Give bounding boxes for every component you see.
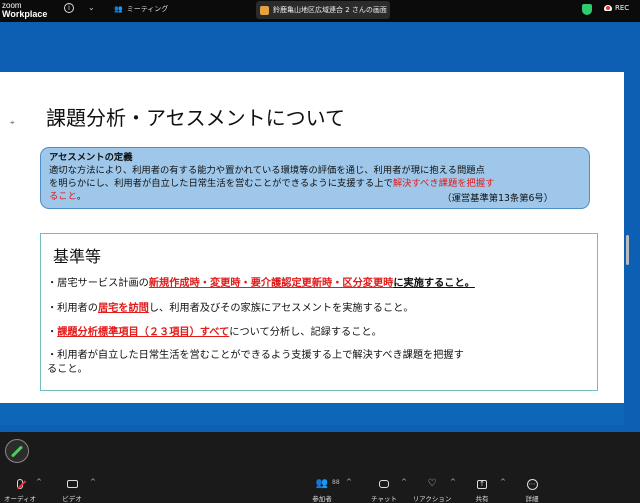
title-bar: zoom Workplace i ⌄ 👥 ミーティング 鈴鹿亀山地区広域連合 2… xyxy=(0,0,640,22)
participants-label: 参加者 xyxy=(312,495,332,503)
video-label: ビデオ xyxy=(62,495,82,503)
more-button[interactable]: ⋯ 詳細 xyxy=(512,477,552,503)
standards-heading: 基準等 xyxy=(53,247,102,266)
rec-label: REC xyxy=(615,4,630,12)
meeting-tab-label: ミーティング xyxy=(126,5,169,13)
chat-button[interactable]: チャット xyxy=(364,477,404,503)
logo-line2: Workplace xyxy=(2,9,48,19)
screen-share-icon xyxy=(260,5,269,15)
annotate-pen-button[interactable] xyxy=(5,439,29,463)
definition-box: アセスメントの定義 適切な方法により、利用者の有する能力や置かれている環境等の評… xyxy=(40,147,590,209)
people-icon: 👥 xyxy=(114,5,123,13)
standards-item-1: ・居宅サービス計画の新規作成時・変更時・要介護認定更新時・区分変更時に実施するこ… xyxy=(47,278,475,289)
share-button[interactable]: ↑ 共有 xyxy=(462,477,502,503)
participants-options-caret[interactable]: ^ xyxy=(346,478,352,486)
video-camera-icon xyxy=(66,480,78,488)
standards-box: 基準等 ・居宅サービス計画の新規作成時・変更時・要介護認定更新時・区分変更時に実… xyxy=(40,233,598,391)
chat-options-caret[interactable]: ^ xyxy=(401,478,407,486)
presentation-slide: 課題分析・アセスメントについて アセスメントの定義 適切な方法により、利用者の有… xyxy=(0,72,624,403)
standards-item-2: ・利用者の居宅を訪問し、利用者及びその家族にアセスメントを実施すること。 xyxy=(47,303,414,314)
mouse-cursor-icon: ⌖ xyxy=(10,118,15,127)
video-button[interactable]: ビデオ xyxy=(52,477,92,503)
chat-bubble-icon xyxy=(379,480,389,488)
share-label: 共有 xyxy=(475,495,489,503)
reactions-heart-icon: ♡ xyxy=(427,478,437,489)
reactions-button[interactable]: ♡ リアクション xyxy=(412,477,452,503)
audio-label: オーディオ xyxy=(3,495,37,503)
definition-heading: アセスメントの定義 xyxy=(49,152,133,163)
standards-item-4: ・利用者が自立した日常生活を営むことができるよう支援する上で解決すべき課題を把握… xyxy=(47,350,464,375)
slide-title: 課題分析・アセスメントについて xyxy=(46,106,345,130)
info-icon[interactable]: i xyxy=(64,3,74,13)
scroll-handle[interactable] xyxy=(626,235,629,265)
standards-item-3: ・課題分析標準項目（２３項目）すべてについて分析し、記録すること。 xyxy=(47,327,382,338)
definition-line1: 適切な方法により、利用者の有する能力や置かれている環境等の評価を通じ、利用者が現… xyxy=(49,165,485,176)
screen-share-tab[interactable]: 鈴鹿亀山地区広域連合 2 さんの画面 ⋯ xyxy=(256,1,390,19)
more-label: 詳細 xyxy=(525,495,539,503)
meeting-tab[interactable]: 👥 ミーティング xyxy=(114,4,168,14)
cloud-record-icon xyxy=(604,5,612,11)
definition-reference: （運営基準第13条第6号） xyxy=(442,193,553,204)
chevron-down-icon[interactable]: ⌄ xyxy=(88,3,95,12)
participants-icon: 👥 xyxy=(315,478,329,489)
video-options-caret[interactable]: ^ xyxy=(90,478,96,486)
screen-share-tab-label: 鈴鹿亀山地区広域連合 2 さんの画面 xyxy=(273,6,387,14)
security-shield-icon[interactable] xyxy=(582,4,592,15)
pen-icon xyxy=(10,444,24,458)
zoom-logo: zoom Workplace xyxy=(2,1,47,19)
audio-button[interactable]: オーディオ xyxy=(0,477,40,503)
muted-mic-icon xyxy=(17,479,23,489)
reactions-options-caret[interactable]: ^ xyxy=(450,478,456,486)
reactions-label: リアクション xyxy=(412,495,452,503)
slide-footer-band xyxy=(0,403,624,425)
chat-label: チャット xyxy=(371,495,397,503)
definition-line2: を明らかにし、利用者が自立した日常生活を営むことができるように支援する上で解決す… xyxy=(49,178,495,189)
more-dots-icon: ⋯ xyxy=(526,478,538,490)
recording-indicator[interactable]: REC xyxy=(604,4,629,12)
participants-count: 88 xyxy=(332,479,340,486)
audio-options-caret[interactable]: ^ xyxy=(36,478,42,486)
share-options-caret[interactable]: ^ xyxy=(500,478,506,486)
meeting-toolbar: オーディオ ^ ビデオ ^ 👥 参加者 88 ^ チャット ^ ♡ リアクション… xyxy=(0,432,640,503)
share-screen-icon: ↑ xyxy=(477,479,487,489)
